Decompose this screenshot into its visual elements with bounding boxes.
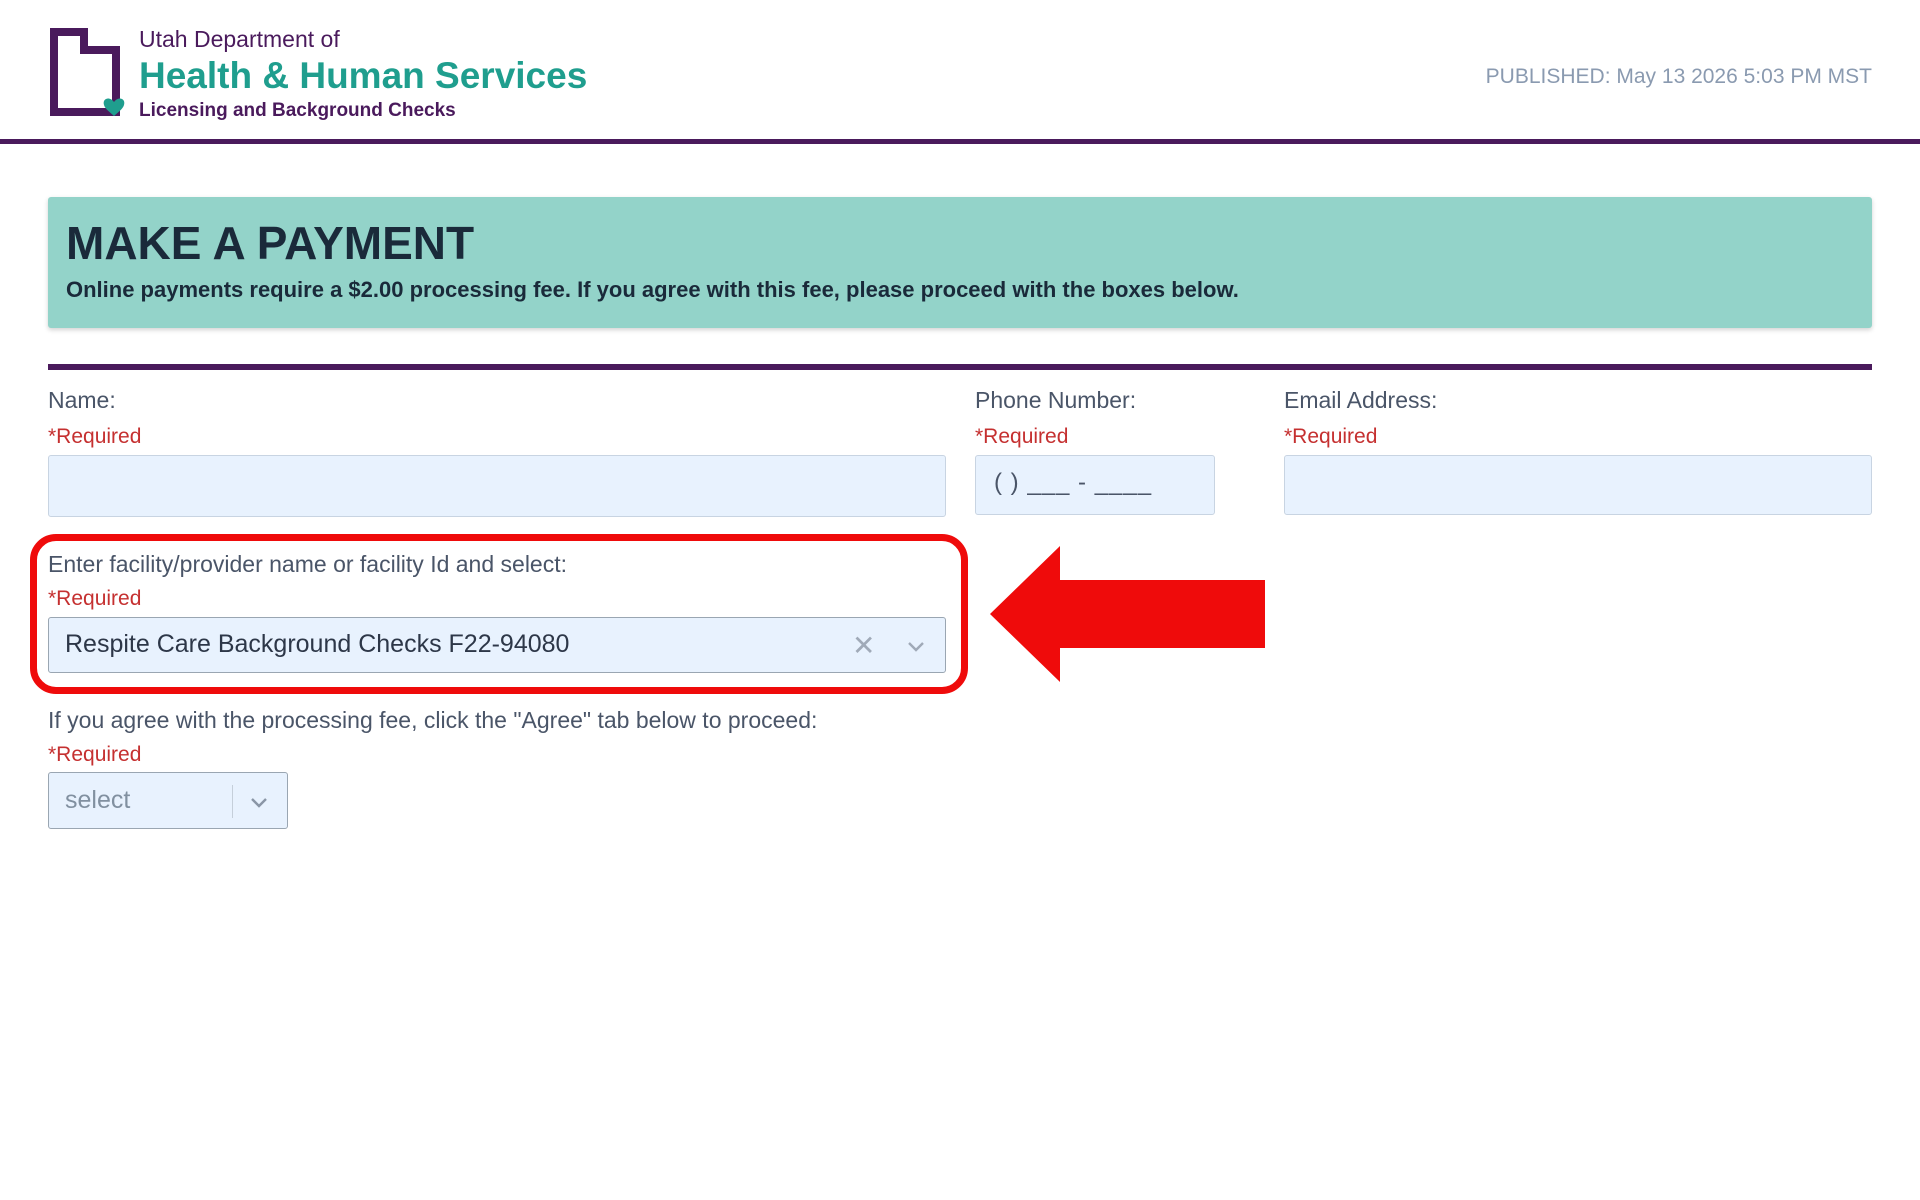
agree-placeholder: select [65,786,131,814]
name-required: *Required [48,425,142,448]
annotation-arrow-icon [990,546,1265,682]
chevron-down-icon[interactable] [248,791,270,813]
email-input[interactable] [1284,455,1872,515]
name-input[interactable] [48,455,946,517]
phone-label: Phone Number: [975,387,1137,413]
published-timestamp: PUBLISHED: May 13 2026 5:03 PM MST [1485,65,1872,88]
page-title: MAKE A PAYMENT [66,217,475,269]
agree-required: *Required [48,743,142,766]
annotation-highlight-box [30,534,968,694]
phone-mask: ( ) ___ - ____ [994,469,1153,496]
agree-label: If you agree with the processing fee, cl… [48,707,818,733]
org-line-2: Health & Human Services [139,55,588,96]
name-label: Name: [48,387,116,413]
email-required: *Required [1284,425,1378,448]
agree-separator [232,785,233,818]
phone-required: *Required [975,425,1069,448]
org-line-3: Licensing and Background Checks [139,100,456,121]
site-header: Utah Department of Health & Human Servic… [0,0,1920,144]
email-label: Email Address: [1284,387,1438,413]
payment-banner: MAKE A PAYMENT Online payments require a… [48,197,1872,328]
agree-select[interactable]: select [48,772,288,829]
org-line-1: Utah Department of [139,26,340,52]
organization-name[interactable]: Utah Department of Health & Human Servic… [139,24,587,124]
processing-fee-notice: Online payments require a $2.00 processi… [66,277,1239,302]
utah-state-outline-heart-icon [50,28,125,116]
phone-input[interactable]: ( ) ___ - ____ [975,455,1215,515]
section-divider [48,364,1872,370]
